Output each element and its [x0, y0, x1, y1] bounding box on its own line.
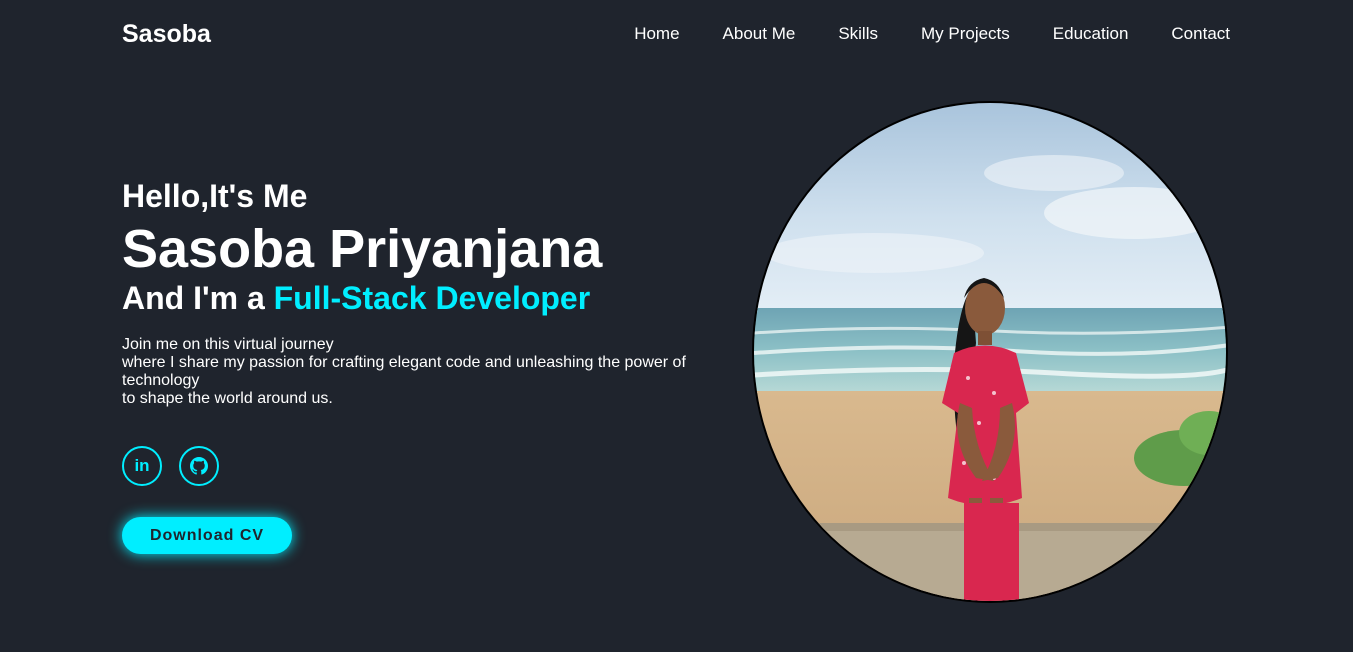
- profile-photo: [752, 101, 1228, 603]
- linkedin-icon: in: [134, 456, 150, 475]
- role-prefix: And I'm a: [122, 280, 274, 316]
- site-header: Sasoba Home About Me Skills My Projects …: [0, 0, 1353, 68]
- download-cv-button[interactable]: Download CV: [122, 517, 292, 554]
- linkedin-link[interactable]: in: [122, 446, 162, 486]
- social-links: in: [122, 446, 219, 486]
- hero-name: Sasoba Priyanjana: [122, 219, 603, 279]
- nav-contact[interactable]: Contact: [1171, 24, 1230, 44]
- nav-my-projects[interactable]: My Projects: [921, 24, 1010, 44]
- nav-home[interactable]: Home: [634, 24, 679, 44]
- nav-about-me[interactable]: About Me: [723, 24, 796, 44]
- github-link[interactable]: [179, 446, 219, 486]
- intro-line: where I share my passion for crafting el…: [122, 354, 686, 389]
- hero-text: Hello,It's Me Sasoba Priyanjana And I'm …: [122, 176, 712, 408]
- hero-intro: Join me on this virtual journey where I …: [122, 336, 712, 408]
- intro-line: Join me on this virtual journey: [122, 336, 334, 353]
- nav-education[interactable]: Education: [1053, 24, 1129, 44]
- hero-role: And I'm a Full-Stack Developer: [122, 278, 712, 318]
- main-nav: Home About Me Skills My Projects Educati…: [634, 24, 1230, 44]
- role-highlight: Full-Stack Developer: [273, 280, 591, 316]
- beach-portrait-image: [754, 103, 1226, 601]
- intro-line: to shape the world around us.: [122, 390, 333, 407]
- nav-skills[interactable]: Skills: [838, 24, 878, 44]
- hero-greeting: Hello,It's Me: [122, 178, 308, 214]
- site-logo[interactable]: Sasoba: [122, 19, 211, 49]
- github-icon: [190, 457, 208, 475]
